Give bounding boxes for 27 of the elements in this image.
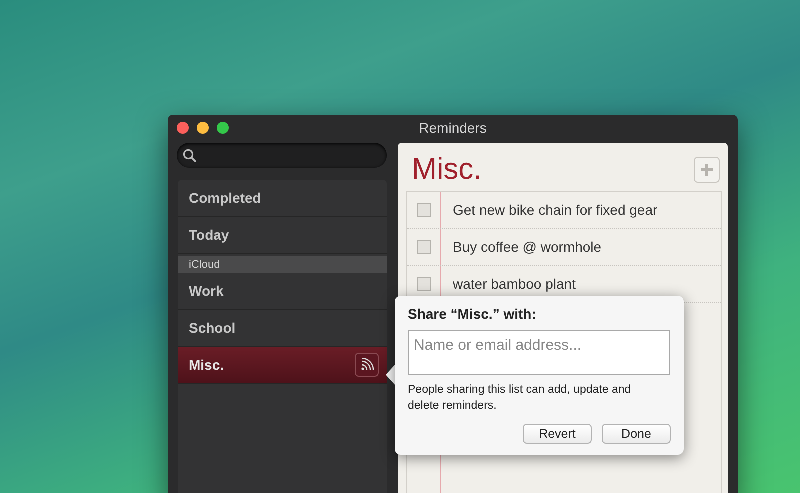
share-button[interactable] (355, 353, 379, 377)
reminder-text: Buy coffee @ wormhole (453, 239, 602, 255)
search-field[interactable] (177, 143, 387, 168)
window-title: Reminders (419, 120, 487, 136)
checkbox[interactable] (417, 277, 431, 291)
reminder-text: water bamboo plant (453, 276, 576, 292)
list-item[interactable]: Completed (178, 180, 387, 217)
list-item[interactable]: Work (178, 273, 387, 310)
zoom-button[interactable] (217, 122, 229, 134)
list-item[interactable]: Today (178, 217, 387, 254)
email-field[interactable]: Name or email address... (408, 330, 670, 375)
checkbox[interactable] (417, 240, 431, 254)
done-button[interactable]: Done (602, 424, 671, 444)
checkbox[interactable] (417, 203, 431, 217)
minimize-button[interactable] (197, 122, 209, 134)
close-button[interactable] (177, 122, 189, 134)
sharing-note: People sharing this list can add, update and delete reminders. (408, 383, 632, 414)
list-title: Misc. (412, 153, 482, 187)
list-item[interactable]: Misc. (178, 347, 387, 384)
revert-button[interactable]: Revert (523, 424, 592, 444)
section-header: iCloud (178, 256, 387, 273)
popover-title: Share “Misc.” with: (408, 306, 538, 322)
add-button[interactable] (694, 157, 720, 183)
broadcast-icon (360, 358, 374, 372)
plus-icon (700, 163, 714, 177)
reminder-text: Get new bike chain for fixed gear (453, 202, 658, 218)
search-icon (183, 148, 197, 162)
